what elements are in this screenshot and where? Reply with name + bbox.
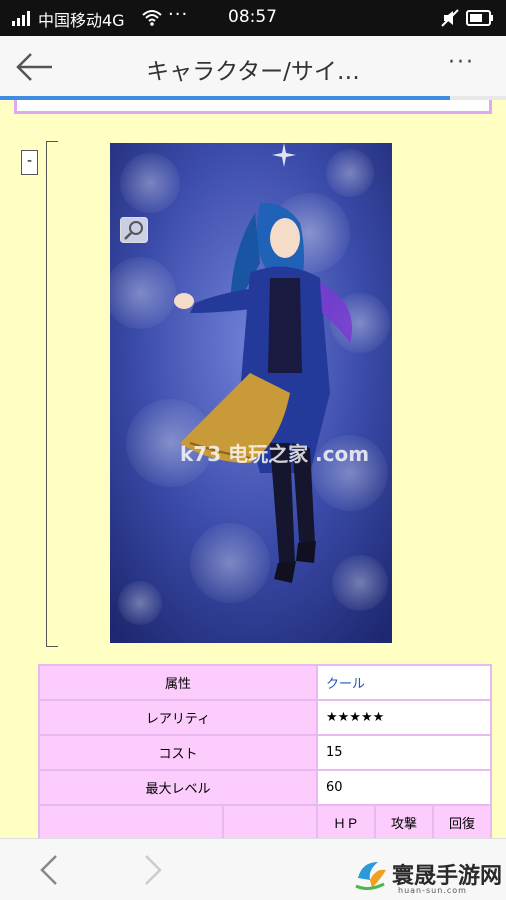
notification-dots: ···: [168, 4, 189, 25]
browser-nav-bar: キャラクター/サイ… ···: [0, 36, 506, 98]
site-logo-watermark: 寰晟手游网 huan-sun.com: [350, 852, 506, 900]
table-row: 最大レベル 60: [38, 769, 492, 806]
magnifier-icon[interactable]: [120, 217, 148, 243]
row-label: コスト: [38, 734, 318, 771]
collapse-bracket: [46, 141, 58, 647]
stat-header: 回復: [432, 804, 492, 841]
row-label: レアリティ: [38, 699, 318, 736]
battery-icon: [466, 10, 493, 26]
row-value: ★★★★★: [316, 699, 492, 736]
status-bar: 中国移动4G ··· 08:57: [0, 0, 506, 36]
site-logo-subtext: huan-sun.com: [398, 886, 467, 895]
attribute-link[interactable]: クール: [316, 664, 492, 701]
collapse-toggle-button[interactable]: -: [21, 150, 38, 175]
content-frame-top: [14, 100, 492, 114]
back-arrow-icon[interactable]: [16, 52, 54, 82]
row-label: 属性: [38, 664, 318, 701]
chevron-right-icon[interactable]: [138, 853, 166, 887]
stats-header-row: ＨＰ 攻撃 回復: [38, 804, 492, 841]
carrier-label: 中国移动4G: [38, 11, 125, 30]
mute-icon: [441, 9, 459, 27]
table-row: レアリティ ★★★★★: [38, 699, 492, 736]
site-logo-icon: [355, 862, 386, 891]
table-row: コスト 15: [38, 734, 492, 771]
page-title: キャラクター/サイ…: [146, 59, 360, 85]
stats-empty-cell: [38, 804, 224, 841]
chevron-left-icon[interactable]: [36, 853, 64, 887]
row-value: 60: [316, 769, 492, 806]
signal-icon: [12, 11, 30, 26]
image-watermark: k73 电玩之家 .com: [180, 442, 370, 466]
stats-empty-cell: [222, 804, 318, 841]
character-info-table: 属性 クール レアリティ ★★★★★ コスト 15 最大レベル 60 ＨＰ 攻撃 回復: [38, 664, 492, 841]
row-value: 15: [316, 734, 492, 771]
stat-header: ＨＰ: [316, 804, 376, 841]
more-options-icon[interactable]: ···: [448, 50, 475, 75]
stat-header: 攻撃: [374, 804, 434, 841]
table-row: 属性 クール: [38, 664, 492, 701]
clock: 08:57: [228, 7, 277, 27]
row-label: 最大レベル: [38, 769, 318, 806]
character-image[interactable]: [110, 143, 392, 643]
wifi-icon: [142, 10, 162, 26]
